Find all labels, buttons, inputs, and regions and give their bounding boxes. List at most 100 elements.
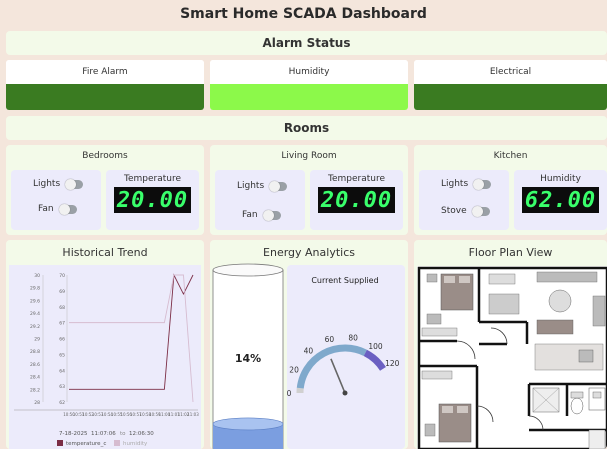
room-title: Bedrooms [82, 151, 128, 161]
toggle-label: Stove [441, 206, 467, 216]
sensor-panel: Humidity 62.00 [514, 170, 607, 230]
room-title: Kitchen [493, 151, 528, 161]
energy-graphics: 14% Current Supplied 0 20 40 60 80 100120 [212, 263, 400, 449]
y-tick-right: 67 [59, 321, 65, 327]
toggle-panel: Lights Fan [215, 170, 305, 230]
gauge-tick: 80 [348, 334, 358, 343]
toggle-label: Lights [33, 179, 61, 189]
panel-title: Floor Plan View [468, 246, 553, 259]
page-title: Smart Home SCADA Dashboard [180, 6, 427, 22]
panel-title: Historical Trend [62, 246, 148, 259]
room-title: Living Room [281, 151, 337, 161]
switch[interactable] [471, 205, 490, 217]
alarm-label: Humidity [210, 60, 408, 84]
toggle-label: Lights [441, 179, 469, 189]
gauge-tick: 0 [287, 389, 292, 398]
toggle-label: Fan [38, 204, 54, 214]
y-tick-right: 69 [59, 289, 65, 295]
legend-swatch-temperature [57, 440, 63, 446]
toggle-label: Fan [242, 210, 258, 220]
gauge-tick: 20 [289, 366, 299, 375]
y-tick-left: 28.6 [30, 362, 40, 368]
switch[interactable] [65, 178, 84, 190]
sensor-panel: Temperature 20.00 [310, 170, 403, 230]
switch[interactable] [262, 209, 281, 221]
date-label: 7-18-2025 [59, 431, 88, 437]
alarm-fire[interactable]: Fire Alarm [6, 60, 204, 110]
toggle-panel: Lights Stove [419, 170, 509, 230]
y-tick-right: 62 [59, 400, 65, 406]
legend-swatch-humidity [114, 440, 120, 446]
y-tick-left: 28.4 [30, 375, 40, 381]
sensor-label: Humidity [540, 174, 581, 184]
toggle-label: Lights [237, 181, 265, 191]
room-living-room: Living Room Lights Fan Temperature 20.00 [210, 145, 408, 235]
gauge-title: Current Supplied [311, 276, 378, 285]
y-tick-left: 29.8 [30, 286, 40, 292]
tank: 14% [212, 263, 284, 449]
alarm-status-header: Alarm Status [6, 31, 607, 55]
sensor-label: Temperature [123, 174, 181, 184]
y-tick-left: 29.6 [30, 298, 40, 304]
switch[interactable] [473, 178, 492, 190]
y-tick-right: 66 [59, 337, 65, 343]
gauge-tick: 60 [325, 335, 335, 344]
y-tick-left: 29.2 [30, 324, 40, 330]
toggle-fan[interactable]: Fan [242, 209, 281, 221]
y-tick-left: 28.8 [30, 349, 40, 355]
floor-plan-image[interactable] [417, 266, 607, 449]
series-line-temperature_c [69, 273, 194, 390]
y-tick-left: 28.2 [30, 387, 40, 393]
floor-plan-panel: Floor Plan View [414, 240, 607, 449]
y-tick-right: 64 [59, 368, 65, 374]
time-to-label[interactable]: 12:06:30 [129, 431, 154, 437]
gauge-arc [363, 349, 386, 371]
sensor-display: 20.00 [114, 187, 191, 213]
switch[interactable] [58, 203, 77, 215]
time-from-label[interactable]: 11:07:06 [91, 431, 116, 437]
alarm-label: Fire Alarm [6, 60, 204, 84]
toggle-lights[interactable]: Lights [237, 180, 288, 192]
sensor-panel: Temperature 20.00 [106, 170, 199, 230]
gauge-tick: 120 [385, 359, 400, 368]
alarm-label: Electrical [414, 60, 607, 84]
x-tick: 11:03 [187, 412, 199, 417]
gauge-hub [342, 390, 348, 396]
switch[interactable] [269, 180, 288, 192]
sensor-display: 20.00 [318, 187, 395, 213]
tank-percent-label: 14% [235, 352, 261, 365]
alarm-indicator [414, 84, 607, 110]
toggle-panel: Lights Fan [11, 170, 101, 230]
y-tick-right: 65 [59, 352, 65, 358]
sensor-label: Temperature [327, 174, 385, 184]
legend-label-temperature[interactable]: temperature_c [66, 441, 106, 447]
energy-analytics-panel: Energy Analytics 14% Current Supplied 02… [210, 240, 408, 449]
toggle-stove[interactable]: Stove [441, 205, 490, 217]
toggle-lights[interactable]: Lights [33, 178, 84, 190]
tank-fill-surface [212, 417, 284, 431]
y-tick-right: 63 [59, 384, 65, 390]
gauge-needle [330, 358, 346, 394]
toggle-fan[interactable]: Fan [38, 203, 77, 215]
alarm-humidity[interactable]: Humidity [210, 60, 408, 110]
alarm-electrical[interactable]: Electrical [414, 60, 607, 110]
y-tick-left: 29.4 [30, 311, 40, 317]
series-line-humidity [69, 274, 194, 403]
toggle-lights[interactable]: Lights [441, 178, 492, 190]
historical-trend-panel: Historical Trend 30 29.8 29.6 29.4 29.2 29 28.… [6, 240, 204, 449]
y-tick-right: 68 [59, 305, 65, 311]
room-bedrooms: Bedrooms Lights Fan Temperature 20.00 [6, 145, 204, 235]
room-kitchen: Kitchen Lights Stove Humidity 62.00 [414, 145, 607, 235]
y-tick-left: 30 [34, 273, 40, 279]
legend-label-humidity[interactable]: humidity [123, 441, 148, 447]
to-label: to [120, 431, 126, 437]
y-tick-left: 28 [34, 400, 40, 406]
y-tick-right: 70 [59, 273, 65, 279]
trend-chart[interactable]: 30 29.8 29.6 29.4 29.2 29 28.8 28.6 28.4 28.2 28 7… [9, 265, 201, 449]
current-gauge: 0 20 40 60 80 100120 [287, 334, 400, 398]
sensor-display: 62.00 [522, 187, 599, 213]
rooms-header: Rooms [6, 116, 607, 140]
alarm-indicator [210, 84, 408, 110]
gauge-tick: 40 [304, 347, 314, 356]
gauge-tick: 100 [368, 342, 383, 351]
